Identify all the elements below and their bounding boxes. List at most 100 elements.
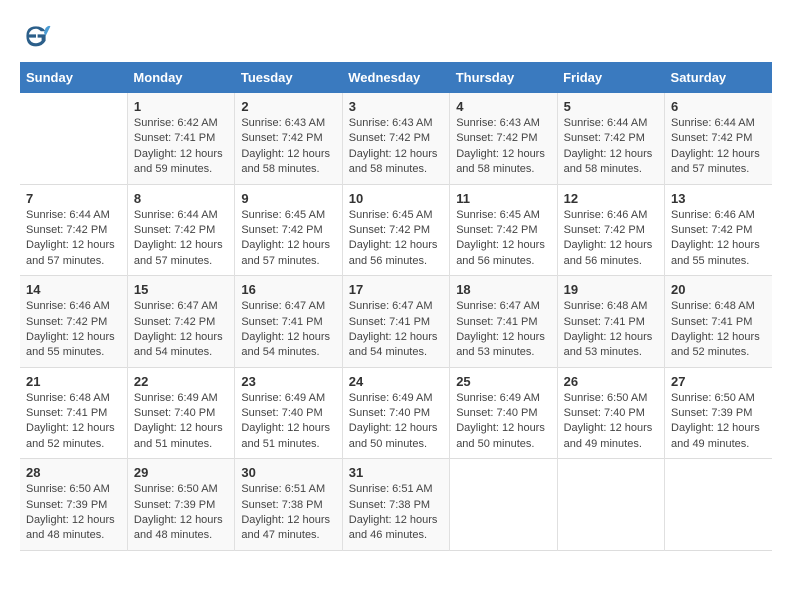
daylight: Daylight: 12 hours and 52 minutes.	[26, 421, 121, 452]
day-number: 2	[241, 99, 335, 114]
day-number: 31	[349, 465, 443, 480]
day-info: Sunrise: 6:51 AM Sunset: 7:38 PM Dayligh…	[349, 482, 443, 544]
calendar-cell: 7 Sunrise: 6:44 AM Sunset: 7:42 PM Dayli…	[20, 184, 127, 276]
sunrise: Sunrise: 6:47 AM	[241, 299, 335, 314]
calendar-cell: 21 Sunrise: 6:48 AM Sunset: 7:41 PM Dayl…	[20, 367, 127, 459]
daylight: Daylight: 12 hours and 53 minutes.	[456, 330, 550, 361]
weekday-header: Thursday	[450, 62, 557, 93]
calendar-cell: 12 Sunrise: 6:46 AM Sunset: 7:42 PM Dayl…	[557, 184, 664, 276]
calendar-cell: 11 Sunrise: 6:45 AM Sunset: 7:42 PM Dayl…	[450, 184, 557, 276]
daylight: Daylight: 12 hours and 58 minutes.	[564, 147, 658, 178]
day-number: 28	[26, 465, 121, 480]
calendar-week-row: 1 Sunrise: 6:42 AM Sunset: 7:41 PM Dayli…	[20, 93, 772, 184]
day-info: Sunrise: 6:46 AM Sunset: 7:42 PM Dayligh…	[671, 208, 766, 270]
day-info: Sunrise: 6:48 AM Sunset: 7:41 PM Dayligh…	[564, 299, 658, 361]
calendar-cell: 27 Sunrise: 6:50 AM Sunset: 7:39 PM Dayl…	[665, 367, 772, 459]
daylight: Daylight: 12 hours and 51 minutes.	[241, 421, 335, 452]
day-number: 16	[241, 282, 335, 297]
daylight: Daylight: 12 hours and 57 minutes.	[241, 238, 335, 269]
sunset: Sunset: 7:39 PM	[671, 406, 766, 421]
day-info: Sunrise: 6:43 AM Sunset: 7:42 PM Dayligh…	[349, 116, 443, 178]
day-info: Sunrise: 6:47 AM Sunset: 7:41 PM Dayligh…	[241, 299, 335, 361]
sunrise: Sunrise: 6:48 AM	[564, 299, 658, 314]
daylight: Daylight: 12 hours and 54 minutes.	[134, 330, 228, 361]
day-info: Sunrise: 6:47 AM Sunset: 7:41 PM Dayligh…	[349, 299, 443, 361]
day-info: Sunrise: 6:45 AM Sunset: 7:42 PM Dayligh…	[241, 208, 335, 270]
sunrise: Sunrise: 6:46 AM	[564, 208, 658, 223]
day-number: 11	[456, 191, 550, 206]
sunset: Sunset: 7:40 PM	[456, 406, 550, 421]
day-info: Sunrise: 6:43 AM Sunset: 7:42 PM Dayligh…	[456, 116, 550, 178]
calendar-cell: 9 Sunrise: 6:45 AM Sunset: 7:42 PM Dayli…	[235, 184, 342, 276]
sunset: Sunset: 7:41 PM	[671, 315, 766, 330]
calendar-cell: 5 Sunrise: 6:44 AM Sunset: 7:42 PM Dayli…	[557, 93, 664, 184]
sunset: Sunset: 7:41 PM	[241, 315, 335, 330]
sunset: Sunset: 7:42 PM	[26, 315, 121, 330]
sunrise: Sunrise: 6:50 AM	[564, 391, 658, 406]
day-number: 21	[26, 374, 121, 389]
daylight: Daylight: 12 hours and 55 minutes.	[671, 238, 766, 269]
sunset: Sunset: 7:41 PM	[456, 315, 550, 330]
weekday-header: Saturday	[665, 62, 772, 93]
sunrise: Sunrise: 6:49 AM	[349, 391, 443, 406]
day-info: Sunrise: 6:42 AM Sunset: 7:41 PM Dayligh…	[134, 116, 228, 178]
daylight: Daylight: 12 hours and 56 minutes.	[456, 238, 550, 269]
weekday-header: Wednesday	[342, 62, 449, 93]
sunset: Sunset: 7:42 PM	[456, 223, 550, 238]
day-number: 7	[26, 191, 121, 206]
daylight: Daylight: 12 hours and 46 minutes.	[349, 513, 443, 544]
day-number: 5	[564, 99, 658, 114]
daylight: Daylight: 12 hours and 58 minutes.	[456, 147, 550, 178]
sunrise: Sunrise: 6:45 AM	[349, 208, 443, 223]
day-number: 6	[671, 99, 766, 114]
day-number: 13	[671, 191, 766, 206]
sunset: Sunset: 7:42 PM	[134, 315, 228, 330]
day-info: Sunrise: 6:49 AM Sunset: 7:40 PM Dayligh…	[134, 391, 228, 453]
day-number: 23	[241, 374, 335, 389]
daylight: Daylight: 12 hours and 47 minutes.	[241, 513, 335, 544]
day-number: 10	[349, 191, 443, 206]
sunset: Sunset: 7:40 PM	[134, 406, 228, 421]
sunrise: Sunrise: 6:48 AM	[671, 299, 766, 314]
daylight: Daylight: 12 hours and 56 minutes.	[564, 238, 658, 269]
calendar-week-row: 21 Sunrise: 6:48 AM Sunset: 7:41 PM Dayl…	[20, 367, 772, 459]
day-number: 4	[456, 99, 550, 114]
sunrise: Sunrise: 6:49 AM	[456, 391, 550, 406]
day-number: 27	[671, 374, 766, 389]
day-info: Sunrise: 6:50 AM Sunset: 7:40 PM Dayligh…	[564, 391, 658, 453]
calendar-cell: 26 Sunrise: 6:50 AM Sunset: 7:40 PM Dayl…	[557, 367, 664, 459]
daylight: Daylight: 12 hours and 55 minutes.	[26, 330, 121, 361]
day-info: Sunrise: 6:43 AM Sunset: 7:42 PM Dayligh…	[241, 116, 335, 178]
sunrise: Sunrise: 6:44 AM	[134, 208, 228, 223]
day-info: Sunrise: 6:49 AM Sunset: 7:40 PM Dayligh…	[241, 391, 335, 453]
calendar-cell	[665, 459, 772, 551]
calendar-cell: 16 Sunrise: 6:47 AM Sunset: 7:41 PM Dayl…	[235, 276, 342, 368]
day-info: Sunrise: 6:48 AM Sunset: 7:41 PM Dayligh…	[26, 391, 121, 453]
day-info: Sunrise: 6:51 AM Sunset: 7:38 PM Dayligh…	[241, 482, 335, 544]
calendar-cell: 28 Sunrise: 6:50 AM Sunset: 7:39 PM Dayl…	[20, 459, 127, 551]
calendar-cell: 22 Sunrise: 6:49 AM Sunset: 7:40 PM Dayl…	[127, 367, 234, 459]
day-number: 18	[456, 282, 550, 297]
day-info: Sunrise: 6:46 AM Sunset: 7:42 PM Dayligh…	[564, 208, 658, 270]
calendar-cell: 30 Sunrise: 6:51 AM Sunset: 7:38 PM Dayl…	[235, 459, 342, 551]
calendar-cell: 6 Sunrise: 6:44 AM Sunset: 7:42 PM Dayli…	[665, 93, 772, 184]
logo-icon	[20, 20, 52, 52]
calendar-cell: 19 Sunrise: 6:48 AM Sunset: 7:41 PM Dayl…	[557, 276, 664, 368]
calendar-cell: 4 Sunrise: 6:43 AM Sunset: 7:42 PM Dayli…	[450, 93, 557, 184]
calendar-week-row: 7 Sunrise: 6:44 AM Sunset: 7:42 PM Dayli…	[20, 184, 772, 276]
day-number: 30	[241, 465, 335, 480]
sunset: Sunset: 7:41 PM	[134, 131, 228, 146]
day-number: 25	[456, 374, 550, 389]
day-info: Sunrise: 6:48 AM Sunset: 7:41 PM Dayligh…	[671, 299, 766, 361]
sunrise: Sunrise: 6:43 AM	[456, 116, 550, 131]
calendar-cell: 10 Sunrise: 6:45 AM Sunset: 7:42 PM Dayl…	[342, 184, 449, 276]
daylight: Daylight: 12 hours and 51 minutes.	[134, 421, 228, 452]
sunset: Sunset: 7:42 PM	[26, 223, 121, 238]
day-number: 8	[134, 191, 228, 206]
daylight: Daylight: 12 hours and 49 minutes.	[564, 421, 658, 452]
calendar-cell	[450, 459, 557, 551]
sunset: Sunset: 7:42 PM	[671, 131, 766, 146]
calendar-body: 1 Sunrise: 6:42 AM Sunset: 7:41 PM Dayli…	[20, 93, 772, 550]
sunset: Sunset: 7:41 PM	[564, 315, 658, 330]
calendar-week-row: 14 Sunrise: 6:46 AM Sunset: 7:42 PM Dayl…	[20, 276, 772, 368]
